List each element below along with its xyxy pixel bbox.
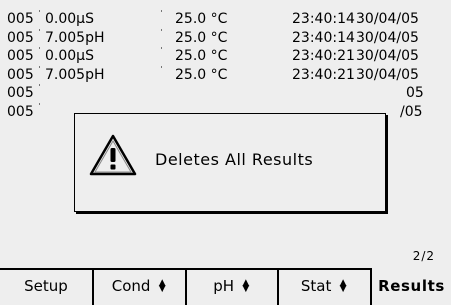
page-indicator: 2/2 xyxy=(412,249,435,263)
result-marker: ˙ xyxy=(37,47,42,58)
updown-arrow-icon: ▲ ▼ xyxy=(242,277,250,294)
result-row[interactable]: 005 ˙ 0.00µS ˙ 25.0 °C 23:40:21 30/04/05 xyxy=(7,47,447,66)
result-marker: ˙ xyxy=(159,10,164,21)
result-row[interactable]: 005 ˙ 7.005pH ˙ 25.0 °C 23:40:14 30/04/0… xyxy=(7,29,447,48)
result-id: 005 xyxy=(7,48,34,64)
tab-label: Cond xyxy=(111,277,151,295)
softkey-tab-bar: Setup Cond ▲ ▼ pH ▲ ▼ Stat ▲ ▼ Results xyxy=(0,268,451,305)
tab-label: Setup xyxy=(24,277,68,295)
tab-label: Results xyxy=(378,277,445,295)
result-marker: ˙ xyxy=(37,28,42,40)
result-value: 7.005pH xyxy=(45,66,105,83)
result-time: 23:40:14 xyxy=(292,11,355,27)
result-id: 005 xyxy=(7,11,34,27)
results-list: 005 ˙ 0.00µS ˙ 25.0 °C 23:40:14 30/04/05… xyxy=(7,10,447,121)
result-date: 30/04/05 xyxy=(356,66,419,83)
result-time: 23:40:21 xyxy=(292,66,355,83)
result-temperature: 25.0 °C xyxy=(175,66,228,83)
result-id: 005 xyxy=(7,66,34,83)
result-temperature: 25.0 °C xyxy=(175,48,228,64)
tab-label: pH xyxy=(213,277,235,295)
result-date: 30/04/05 xyxy=(356,48,419,64)
result-marker: ˙ xyxy=(159,65,164,77)
dialog-message: Deletes All Results xyxy=(155,150,314,169)
result-id: 005 xyxy=(7,29,34,46)
result-marker: ˙ xyxy=(37,10,42,21)
tab-setup[interactable]: Setup xyxy=(0,270,94,305)
result-value: 0.00µS xyxy=(45,48,94,64)
tab-cond[interactable]: Cond ▲ ▼ xyxy=(94,270,187,305)
result-marker: ˙ xyxy=(37,65,42,77)
result-marker: ˙ xyxy=(159,28,164,40)
tab-label: Stat xyxy=(300,277,332,295)
result-row[interactable]: 005 ˙ 0.00µS ˙ 25.0 °C 23:40:14 30/04/05 xyxy=(7,10,447,29)
result-value: 0.00µS xyxy=(45,11,94,27)
tab-results[interactable]: Results xyxy=(372,268,451,305)
result-time: 23:40:21 xyxy=(292,48,355,64)
result-date: 30/04/05 xyxy=(356,11,419,27)
meter-screen: 005 ˙ 0.00µS ˙ 25.0 °C 23:40:14 30/04/05… xyxy=(0,0,451,305)
result-marker: ˙ xyxy=(159,47,164,58)
result-date: 30/04/05 xyxy=(356,29,419,46)
result-date: /05 xyxy=(400,103,423,120)
result-row[interactable]: 005 ˙ 05 xyxy=(7,84,447,103)
result-time: 23:40:14 xyxy=(292,29,355,46)
tab-ph[interactable]: pH ▲ ▼ xyxy=(187,270,279,305)
tab-stat[interactable]: Stat ▲ ▼ xyxy=(279,270,372,305)
result-temperature: 25.0 °C xyxy=(175,29,228,46)
updown-arrow-icon: ▲ ▼ xyxy=(158,277,166,294)
result-row[interactable]: 005 ˙ 7.005pH ˙ 25.0 °C 23:40:21 30/04/0… xyxy=(7,66,447,85)
result-marker: ˙ xyxy=(37,102,42,114)
warning-icon xyxy=(89,134,137,176)
result-id: 005 xyxy=(7,103,34,120)
result-temperature: 25.0 °C xyxy=(175,11,228,27)
result-date: 05 xyxy=(406,85,424,101)
updown-arrow-icon: ▲ ▼ xyxy=(339,277,347,294)
delete-confirmation-dialog[interactable]: Deletes All Results xyxy=(74,113,386,212)
result-value: 7.005pH xyxy=(45,29,105,46)
result-id: 005 xyxy=(7,85,34,101)
result-marker: ˙ xyxy=(37,84,42,95)
